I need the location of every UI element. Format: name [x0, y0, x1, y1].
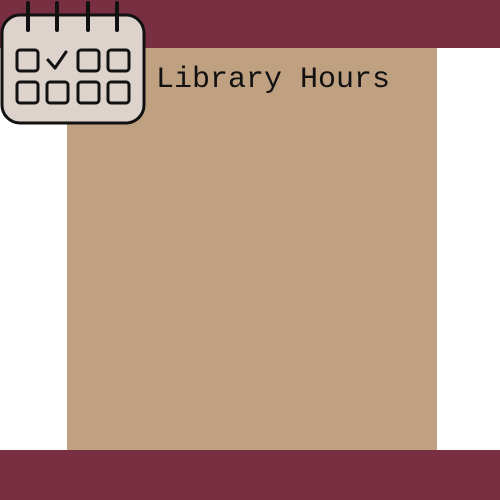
- page: Library Hours: [0, 0, 500, 500]
- page-title: Library Hours: [156, 63, 391, 97]
- calendar-icon: [0, 1, 146, 125]
- bottom-banner: [0, 450, 500, 500]
